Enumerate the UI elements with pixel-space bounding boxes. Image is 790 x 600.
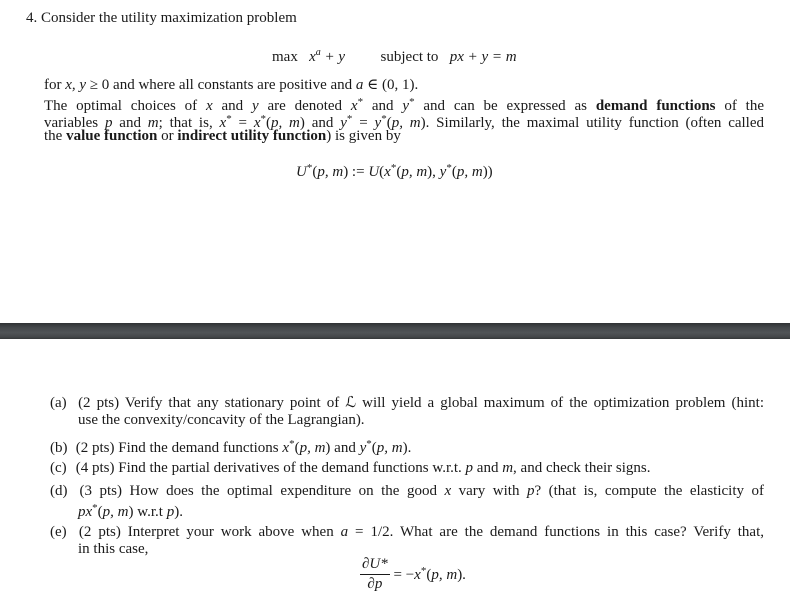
part-b-points: (2 pts) — [75, 440, 115, 456]
problem-number: 4. — [26, 10, 38, 26]
partial-derivative-fraction: ∂U* ∂p — [360, 556, 390, 593]
paragraph-line-1: for x, y ≥ 0 and where all constants are… — [44, 77, 419, 93]
part-e: (e) (2 pts) Interpret your work above wh… — [50, 524, 764, 540]
part-a-points: (2 pts) — [78, 395, 120, 411]
term-indirect-utility-function: indirect utility function — [177, 128, 327, 144]
constraint-label: subject to — [380, 49, 439, 65]
part-c-label: (c) — [50, 460, 67, 476]
fraction-numerator: ∂U* — [360, 556, 390, 575]
max-operator: max — [272, 49, 298, 65]
part-e-points: (2 pts) — [78, 524, 121, 540]
part-d-points: (3 pts) — [79, 483, 123, 499]
part-a: (a) (2 pts) Verify that any stationary p… — [50, 395, 765, 411]
fraction-denominator: ∂p — [367, 576, 383, 592]
constraint-expression: px + y = m — [449, 49, 517, 65]
problem-heading: 4. Consider the utility maximization pro… — [26, 10, 297, 27]
part-c: (c) (4 pts) Find the partial derivatives… — [50, 460, 651, 476]
part-b-label: (b) — [50, 440, 68, 456]
equation-rhs: = −x*(p, m). — [393, 565, 466, 583]
part-c-points: (4 pts) — [75, 460, 115, 476]
part-e-label: (e) — [50, 524, 67, 540]
part-e-equation: ∂U* ∂p = −x*(p, m). — [360, 556, 466, 593]
page-divider-bar — [0, 323, 790, 339]
part-b: (b) (2 pts) Find the demand functions x*… — [50, 438, 412, 456]
term-value-function: value function — [66, 128, 158, 144]
part-e-line-2: in this case, — [78, 541, 149, 557]
part-d-line-2: px*(p, m) w.r.t p). — [78, 502, 183, 520]
part-a-line-2: use the convexity/concavity of the Lagra… — [78, 412, 365, 428]
problem-intro: Consider the utility maximization proble… — [41, 10, 297, 26]
objective-expression: xa + y — [309, 47, 346, 65]
value-function-equation: U*(p, m) := U(x*(p, m), y*(p, m)) — [296, 162, 493, 180]
part-a-label: (a) — [50, 395, 67, 411]
objective-equation: max xa + y subject to px + y = m — [272, 44, 517, 66]
part-d: (d) (3 pts) How does the optimal expendi… — [50, 483, 764, 499]
paragraph-line-4: the value function or indirect utility f… — [44, 128, 401, 144]
part-d-label: (d) — [50, 483, 68, 499]
